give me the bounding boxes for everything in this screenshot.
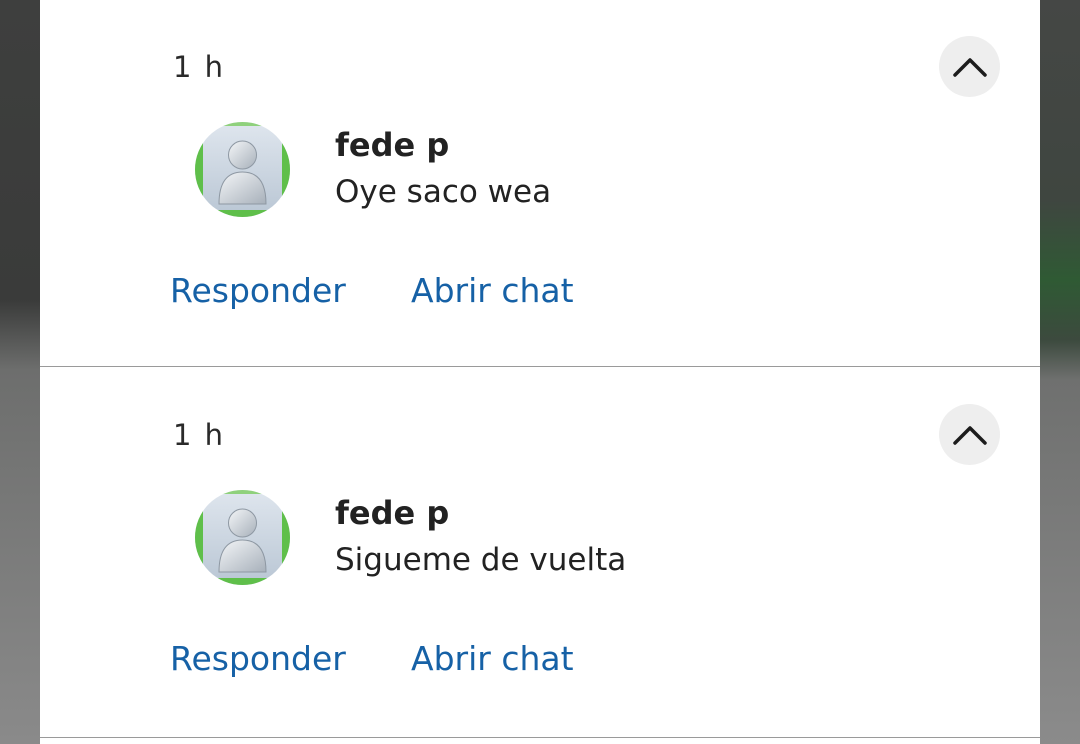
user-avatar-icon — [195, 490, 290, 585]
sender-name: fede p — [335, 494, 450, 532]
collapse-button[interactable] — [939, 404, 1000, 465]
reply-button[interactable]: Responder — [170, 639, 346, 678]
notification-time: 1 h — [173, 418, 226, 452]
open-chat-button[interactable]: Abrir chat — [411, 639, 574, 678]
avatar — [195, 490, 290, 585]
notification-card[interactable]: 1 h — [40, 0, 1040, 367]
open-chat-button[interactable]: Abrir chat — [411, 271, 574, 310]
background-right-edge — [1040, 0, 1080, 744]
message-text: Oye saco wea — [335, 174, 552, 210]
background-left-edge — [0, 0, 40, 744]
user-avatar-icon — [195, 122, 290, 217]
reply-button[interactable]: Responder — [170, 271, 346, 310]
chevron-up-icon — [952, 57, 987, 77]
notification-card[interactable]: 1 h — [40, 368, 1040, 738]
avatar — [195, 122, 290, 217]
collapse-button[interactable] — [939, 36, 1000, 97]
notification-time: 1 h — [173, 50, 226, 84]
sender-name: fede p — [335, 126, 450, 164]
message-text: Sigueme de vuelta — [335, 542, 627, 578]
chevron-up-icon — [952, 425, 987, 445]
notification-panel: 1 h fede p Oye saco wea Responder Abrir … — [40, 0, 1040, 744]
